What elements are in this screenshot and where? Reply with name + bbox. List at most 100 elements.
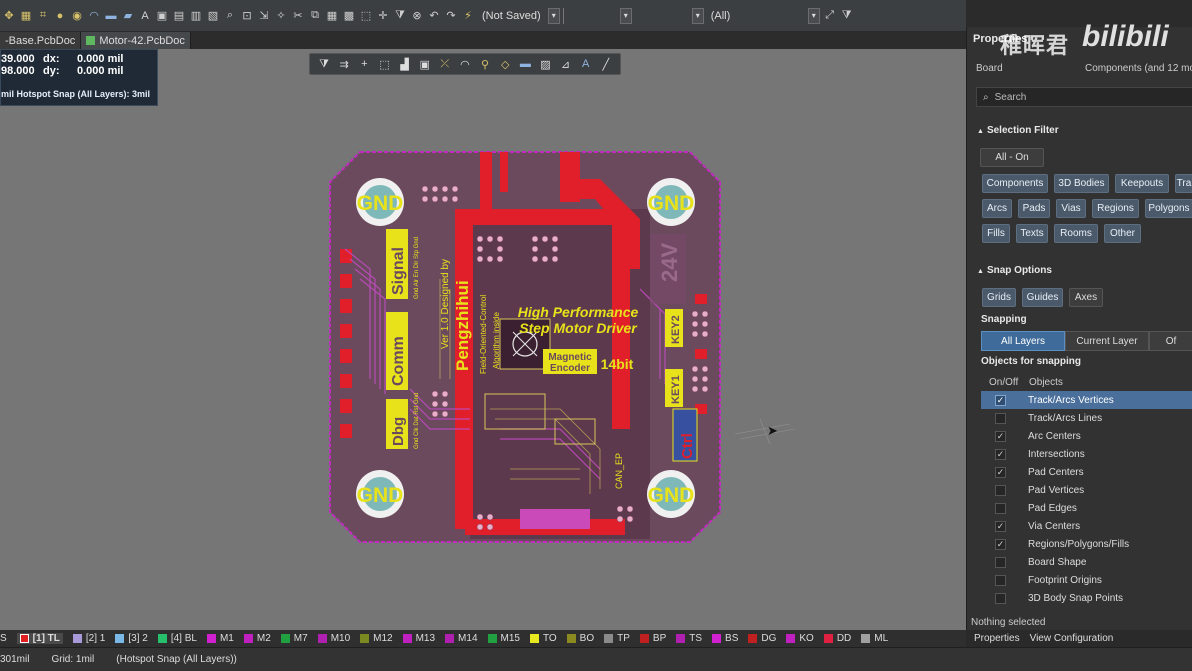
layer-tab[interactable]: TS bbox=[676, 633, 702, 644]
all-on-button[interactable]: All - On bbox=[980, 148, 1044, 167]
checkbox[interactable] bbox=[995, 556, 1006, 568]
component-icon[interactable]: ▣ bbox=[155, 9, 169, 23]
tab-motor-pcbdoc[interactable]: Motor-42.PcbDoc bbox=[81, 32, 191, 49]
class-filter-dropdown-icon[interactable]: ▾ bbox=[807, 7, 820, 24]
checkbox[interactable]: ✓ bbox=[995, 466, 1006, 478]
tab-properties[interactable]: Properties bbox=[974, 633, 1020, 644]
class-dropdown-icon[interactable]: ▾ bbox=[691, 7, 704, 24]
list-item[interactable]: ✓ Arc Centers bbox=[981, 427, 1192, 445]
list-item[interactable]: Board Shape bbox=[981, 553, 1192, 571]
filter-pads-button[interactable]: Pads bbox=[1018, 199, 1050, 218]
clear-filter-icon[interactable]: ⊗ bbox=[410, 9, 424, 23]
list-item[interactable]: Track/Arcs Lines bbox=[981, 409, 1192, 427]
move-selection-icon[interactable]: ✛ bbox=[376, 9, 390, 23]
layer-tab[interactable]: M15 bbox=[487, 633, 520, 644]
layer-tab[interactable]: TP bbox=[604, 633, 630, 644]
tab-base-pcbdoc[interactable]: -Base.PcbDoc bbox=[0, 32, 82, 49]
variant-select[interactable]: (Not Saved) bbox=[478, 7, 545, 24]
cut-icon[interactable]: ✂ bbox=[291, 9, 305, 23]
filter-keepouts-button[interactable]: Keepouts bbox=[1115, 174, 1169, 193]
class-filter-select[interactable]: (All) bbox=[706, 7, 805, 24]
layer-tab[interactable]: M1 bbox=[206, 633, 234, 644]
layer-tab[interactable]: [4] BL bbox=[157, 633, 197, 644]
layer-tab[interactable]: S bbox=[0, 633, 7, 644]
list-item[interactable]: ✓ Via Centers bbox=[981, 517, 1192, 535]
component-place-icon[interactable]: ▟ bbox=[397, 58, 413, 71]
filter-vias-button[interactable]: Vias bbox=[1056, 199, 1086, 218]
list-item[interactable]: Pad Vertices bbox=[981, 481, 1192, 499]
arc-place-icon[interactable]: ◠ bbox=[457, 58, 473, 71]
layer-tab[interactable]: M2 bbox=[243, 633, 271, 644]
text-icon[interactable]: A bbox=[138, 9, 152, 23]
filter-texts-button[interactable]: Texts bbox=[1016, 224, 1048, 243]
select-icon[interactable]: ⇲ bbox=[257, 9, 271, 23]
filter-other-button[interactable]: Other bbox=[1104, 224, 1141, 243]
checkbox[interactable] bbox=[995, 484, 1006, 496]
layer-tab[interactable]: BP bbox=[639, 633, 666, 644]
filter-polygons-button[interactable]: Polygons bbox=[1145, 199, 1192, 218]
wizard-icon[interactable]: ⚡ bbox=[461, 9, 475, 23]
filter-icon[interactable]: ⧩ bbox=[393, 9, 407, 23]
undo-icon[interactable]: ↶ bbox=[427, 9, 441, 23]
arc-icon[interactable]: ◠ bbox=[87, 9, 101, 23]
snap-off-button[interactable]: Of bbox=[1149, 331, 1192, 351]
empty-dropdown-icon[interactable]: ▾ bbox=[619, 7, 632, 24]
snap-current-layer-button[interactable]: Current Layer bbox=[1065, 331, 1149, 351]
layer-tab[interactable]: DG bbox=[748, 633, 776, 644]
empty-select-2[interactable] bbox=[634, 7, 689, 24]
list-item[interactable]: Pad Edges bbox=[981, 499, 1192, 517]
fill-place-icon[interactable]: ▬ bbox=[517, 58, 533, 70]
filter-arcs-button[interactable]: Arcs bbox=[982, 199, 1012, 218]
via-icon[interactable]: ● bbox=[53, 9, 67, 23]
text-place-icon[interactable]: A bbox=[578, 58, 594, 70]
zoom-icon[interactable]: ⌕ bbox=[223, 9, 237, 23]
route-select-icon[interactable]: ⇉ bbox=[336, 58, 352, 71]
snap-axes-button[interactable]: Axes bbox=[1069, 288, 1103, 307]
layer-tab[interactable]: DD bbox=[823, 633, 851, 644]
copy-icon[interactable]: ⧉ bbox=[308, 9, 322, 23]
layer-tab[interactable]: ML bbox=[861, 633, 888, 644]
redo-icon[interactable]: ↷ bbox=[444, 9, 458, 23]
layer-tab[interactable]: M7 bbox=[280, 633, 308, 644]
route-icon[interactable]: ⌗ bbox=[36, 9, 50, 23]
selection-filter-header[interactable]: ▲ Selection Filter bbox=[977, 125, 1059, 136]
paste-icon[interactable]: ▦ bbox=[325, 9, 339, 23]
snap-options-header[interactable]: ▲ Snap Options bbox=[977, 265, 1052, 276]
crosshair-icon[interactable]: + bbox=[356, 58, 372, 70]
interactive-route-icon[interactable]: ⤫ bbox=[437, 58, 453, 71]
move-icon[interactable]: ✧ bbox=[274, 9, 288, 23]
layer-tab[interactable]: TO bbox=[529, 633, 557, 644]
region-icon[interactable]: ▰ bbox=[121, 9, 135, 23]
apply-filter-icon[interactable]: ⤢ bbox=[823, 9, 837, 23]
checkbox[interactable] bbox=[995, 574, 1006, 586]
filter-tracks-button[interactable]: Tra bbox=[1175, 174, 1192, 193]
filter-components-button[interactable]: Components bbox=[982, 174, 1048, 193]
list-item[interactable]: ✓ Track/Arcs Vertices bbox=[981, 391, 1192, 409]
layer-tab[interactable]: M10 bbox=[317, 633, 350, 644]
filter-3d-bodies-button[interactable]: 3D Bodies bbox=[1054, 174, 1109, 193]
polygon-place-icon[interactable]: ▨ bbox=[537, 58, 553, 71]
layer-tab[interactable]: BO bbox=[566, 633, 594, 644]
list-item[interactable]: Footprint Origins bbox=[981, 571, 1192, 589]
align-icon[interactable]: ▣ bbox=[417, 58, 433, 71]
layer-tab[interactable]: [3] 2 bbox=[115, 633, 148, 644]
layer-tab[interactable]: M12 bbox=[360, 633, 393, 644]
filter-regions-button[interactable]: Regions bbox=[1092, 199, 1139, 218]
search-input[interactable]: ⌕ Search bbox=[976, 87, 1192, 107]
layer-tab[interactable]: M14 bbox=[445, 633, 478, 644]
open-icon[interactable]: ▤ bbox=[172, 9, 186, 23]
rubber-stamp-icon[interactable]: ▩ bbox=[342, 9, 356, 23]
fill-icon[interactable]: ▬ bbox=[104, 9, 118, 23]
layer-tab[interactable]: [1] TL bbox=[16, 633, 63, 644]
dimension-icon[interactable]: ⊿ bbox=[558, 58, 574, 71]
filter-rooms-button[interactable]: Rooms bbox=[1054, 224, 1098, 243]
checkbox[interactable] bbox=[995, 592, 1006, 604]
list-item[interactable]: 3D Body Snap Points bbox=[981, 589, 1192, 607]
pad-icon[interactable]: ◉ bbox=[70, 9, 84, 23]
save-icon[interactable]: ▥ bbox=[189, 9, 203, 23]
list-item[interactable]: ✓ Pad Centers bbox=[981, 463, 1192, 481]
select-area-icon[interactable]: ⬚ bbox=[359, 9, 373, 23]
checkbox[interactable]: ✓ bbox=[995, 394, 1006, 406]
print-icon[interactable]: ▧ bbox=[206, 9, 220, 23]
layer-tab[interactable]: BS bbox=[712, 633, 738, 644]
